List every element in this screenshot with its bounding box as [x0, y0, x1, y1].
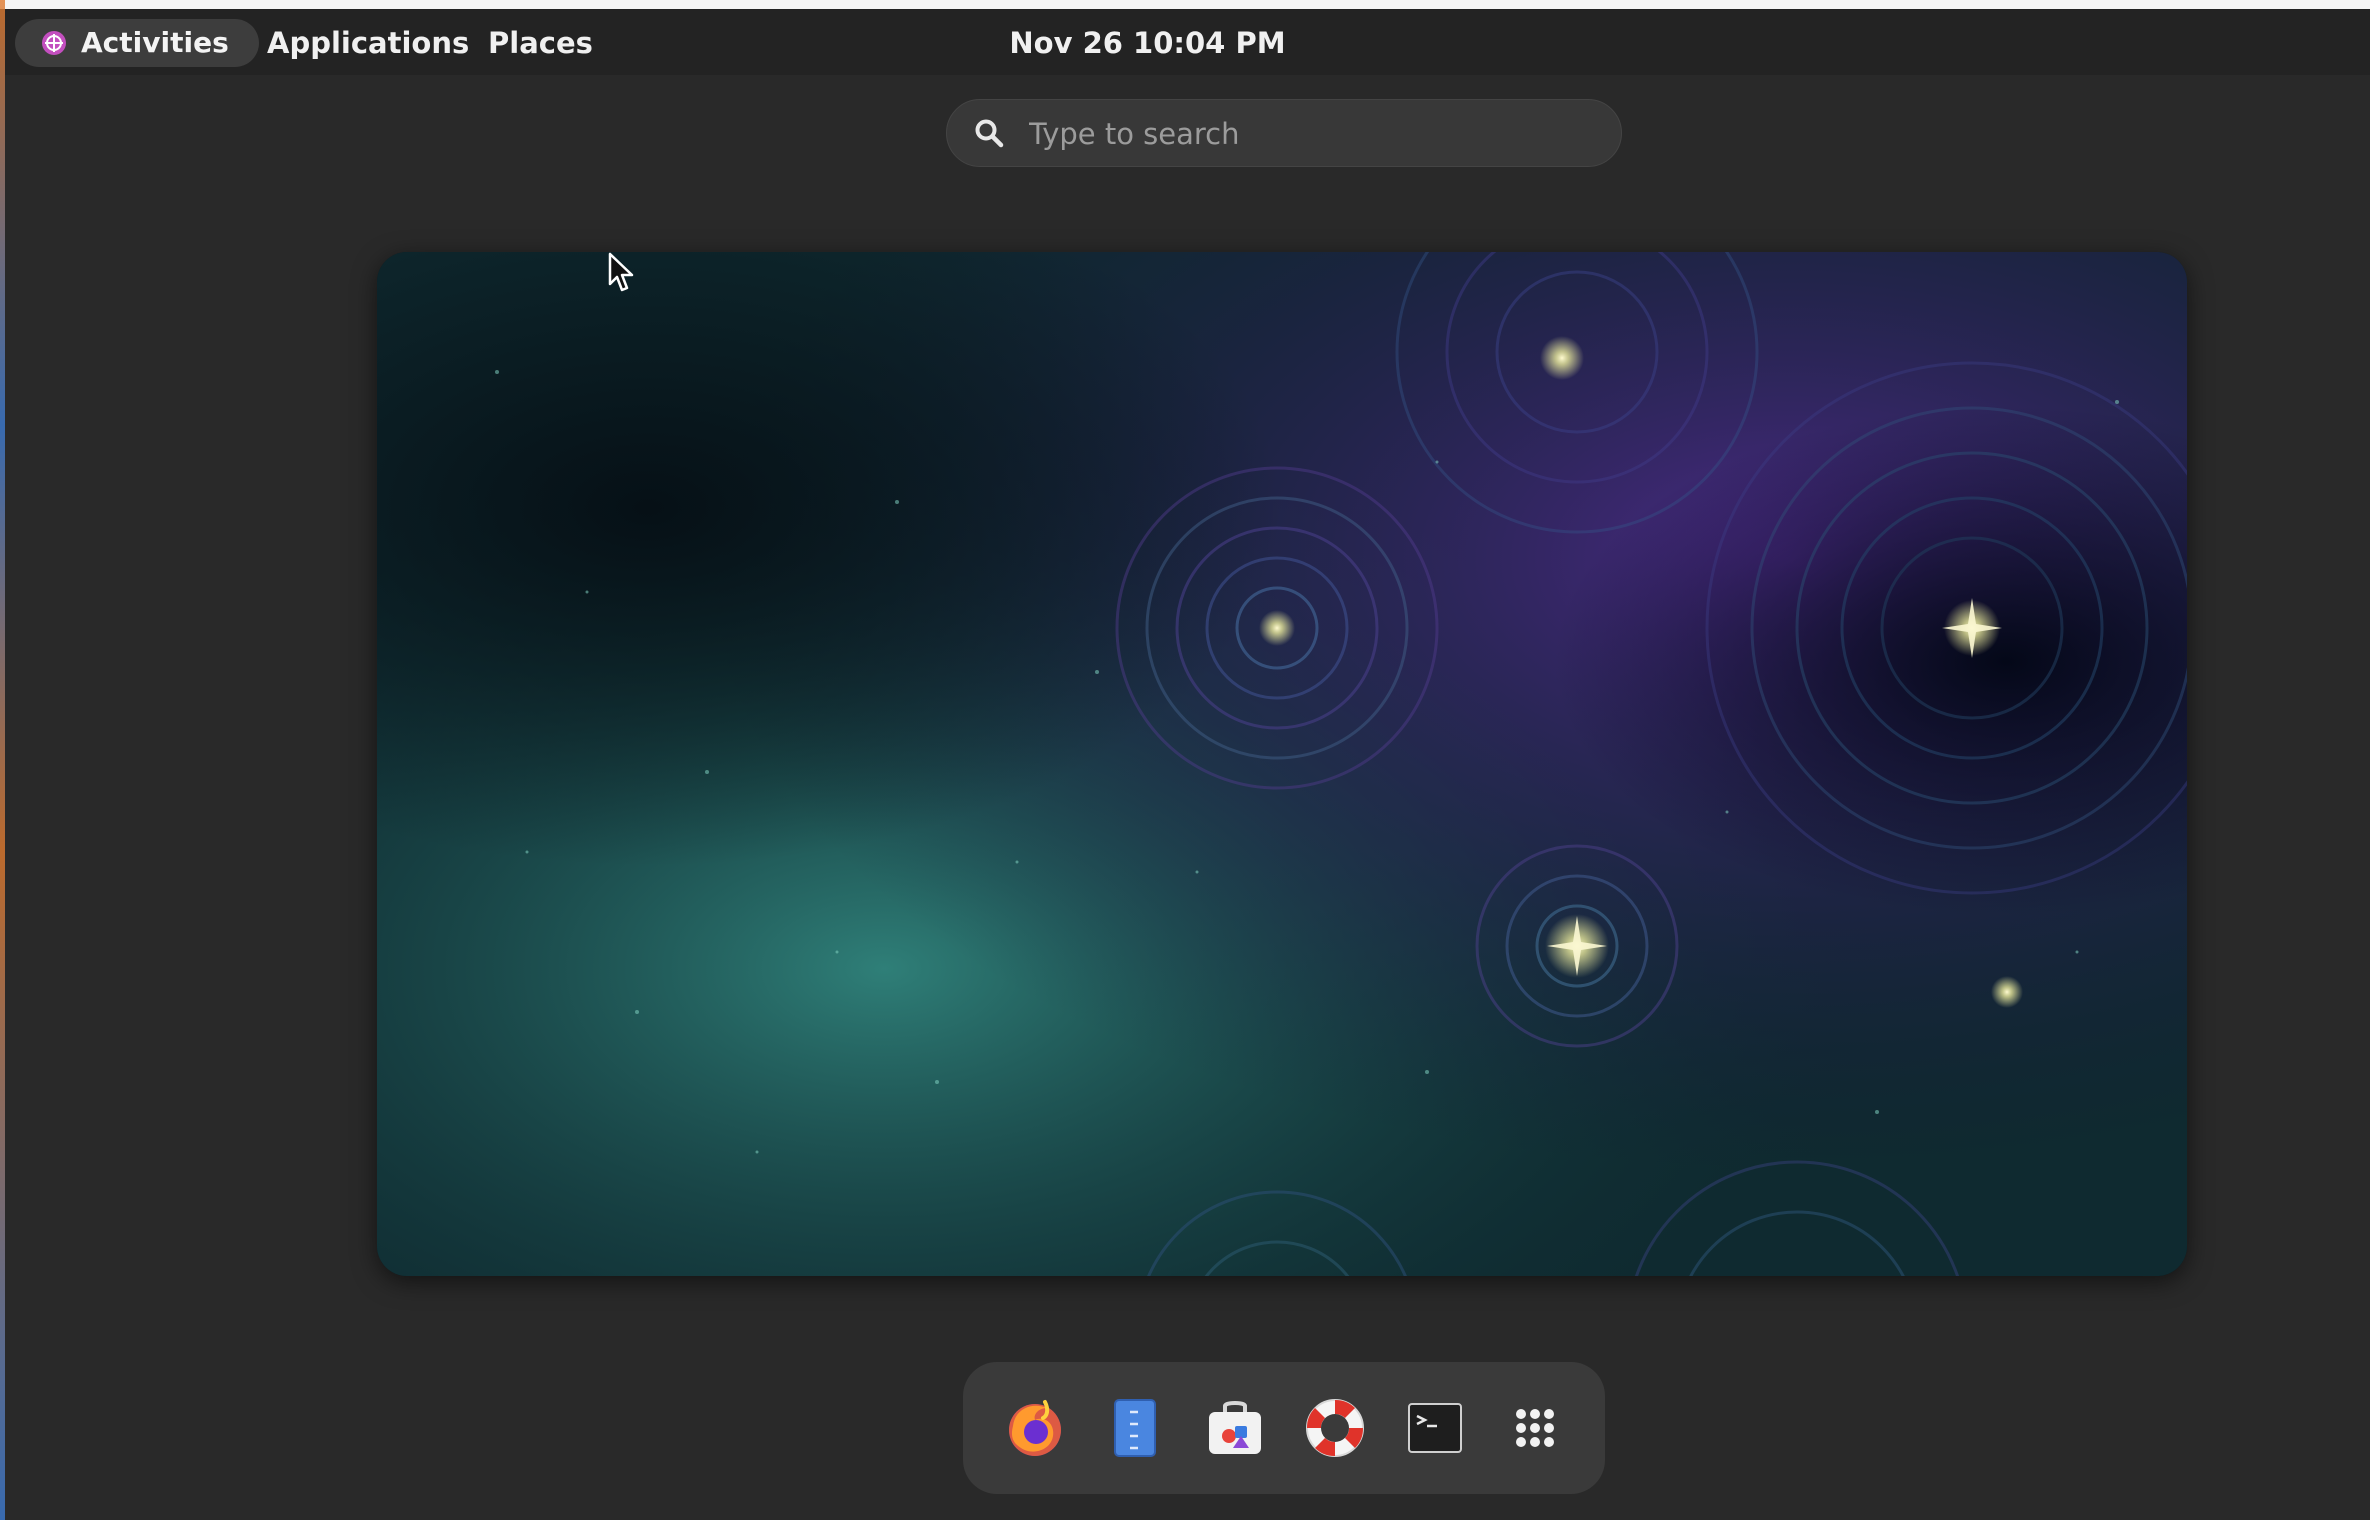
workspace-thumbnail[interactable]: [377, 252, 2187, 1276]
lifebuoy-icon: [1306, 1399, 1364, 1457]
dash-item-software[interactable]: [1195, 1388, 1275, 1468]
software-store-icon: [1209, 1401, 1261, 1454]
search-box[interactable]: [946, 99, 1622, 168]
dash-item-text-editor[interactable]: [1095, 1388, 1175, 1468]
screen-top-edge: [0, 0, 2370, 9]
dash: [963, 1362, 1605, 1494]
dash-item-firefox[interactable]: [995, 1388, 1075, 1468]
search-icon: [975, 119, 1004, 148]
firefox-icon: [1009, 1400, 1061, 1456]
wallpaper-image: [377, 252, 2187, 1276]
top-bar: Activities Applications Places Nov 26 10…: [5, 9, 2370, 75]
show-applications-button[interactable]: [1495, 1388, 1575, 1468]
mouse-pointer-icon: [608, 252, 634, 292]
dash-item-help[interactable]: [1295, 1388, 1375, 1468]
dash-item-terminal[interactable]: [1395, 1388, 1475, 1468]
app-grid-icon: [1516, 1409, 1554, 1447]
text-editor-icon: [1114, 1399, 1156, 1457]
overview-screen: Activities Applications Places Nov 26 10…: [0, 0, 2370, 1520]
clock[interactable]: Nov 26 10:04 PM: [5, 19, 2290, 67]
search-input[interactable]: [1027, 100, 1591, 168]
screen-left-edge: [0, 0, 5, 1520]
terminal-icon: [1408, 1403, 1462, 1453]
